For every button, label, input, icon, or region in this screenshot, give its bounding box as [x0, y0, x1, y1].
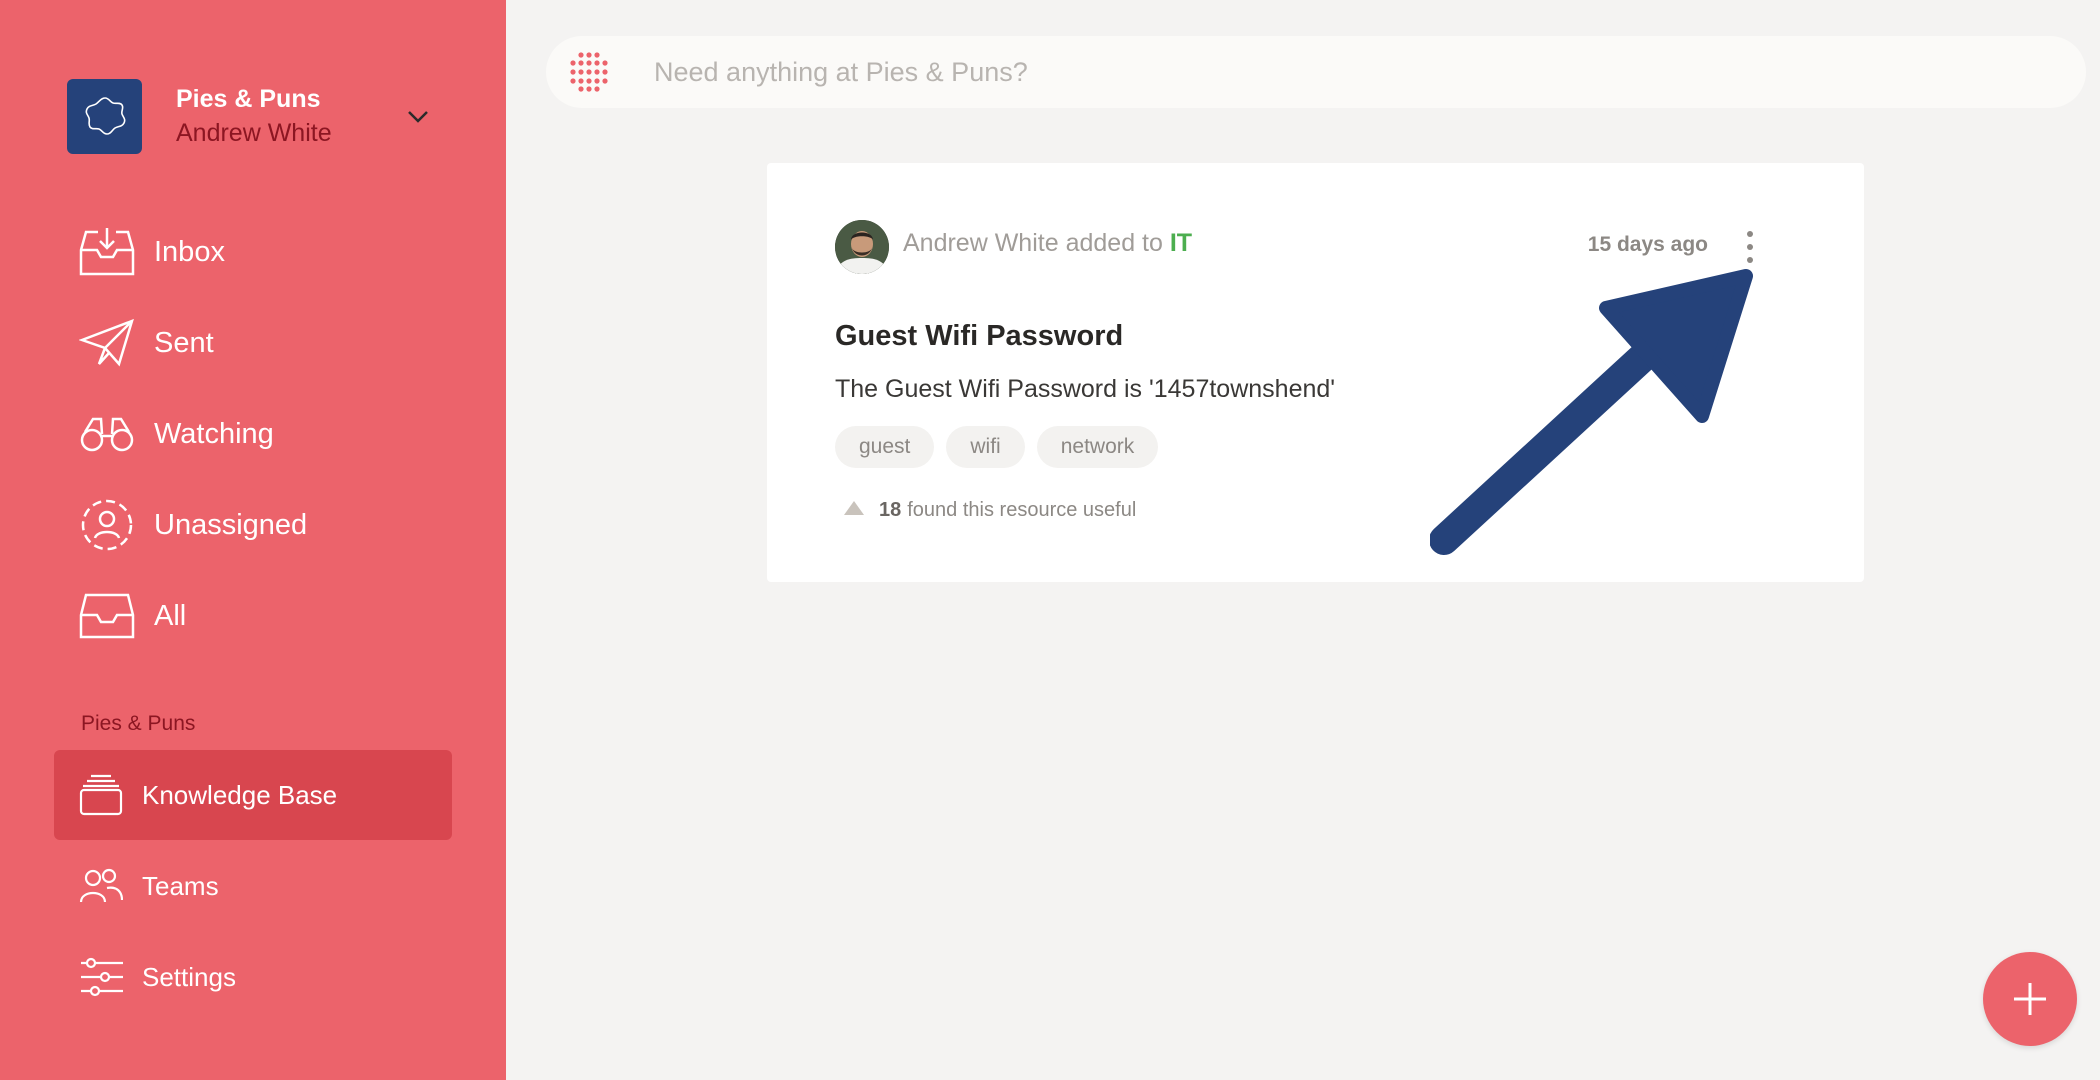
sidebar: Pies & Puns Andrew White Inbox Sent Watc [0, 0, 506, 1080]
plus-icon [2014, 983, 2046, 1015]
nav-label: Inbox [154, 235, 225, 268]
useful-text: found this resource useful [907, 499, 1137, 521]
nav-label: Sent [154, 326, 214, 359]
sidebar-item-label: Knowledge Base [142, 779, 338, 810]
workspace-logo [67, 78, 142, 154]
chevron-down-icon[interactable] [403, 102, 433, 132]
workspace-name: Pies & Puns [176, 85, 321, 113]
paper-plane-icon [78, 314, 136, 372]
binoculars-icon [78, 405, 136, 463]
flower-logo-icon [85, 97, 125, 135]
nav-item-all[interactable]: All [78, 584, 448, 648]
inbox-icon [78, 223, 136, 281]
nav-label: Watching [154, 417, 274, 450]
sidebar-item-label: Settings [142, 961, 236, 992]
team-link[interactable]: IT [1170, 229, 1192, 257]
upvote-icon[interactable] [843, 499, 865, 522]
meta-action: added to [1065, 229, 1163, 257]
nav-label: All [154, 599, 187, 632]
nav-item-inbox[interactable]: Inbox [78, 220, 448, 284]
search-input[interactable] [654, 56, 1954, 88]
tray-icon [78, 587, 136, 645]
sidebar-item-label: Teams [142, 870, 219, 901]
dots-logo-icon [560, 43, 618, 101]
useful-row: 18 found this resource useful [843, 499, 1136, 522]
nav-item-sent[interactable]: Sent [78, 311, 448, 375]
section-title: Pies & Puns [81, 712, 196, 735]
nav-label: Unassigned [154, 508, 308, 541]
sidebar-item-teams[interactable]: Teams [54, 841, 452, 931]
arrow-annotation-icon [1430, 269, 1753, 555]
card-body: The Guest Wifi Password is '1457townshen… [835, 375, 1336, 403]
timestamp: 15 days ago [1587, 233, 1708, 256]
search-bar[interactable] [546, 36, 2086, 108]
workspace-switcher[interactable]: Pies & Puns Andrew White [67, 78, 517, 154]
tag[interactable]: wifi [946, 426, 1025, 468]
tag-list: guest wifi network [835, 426, 1159, 468]
nav-item-unassigned[interactable]: Unassigned [78, 493, 448, 557]
unassigned-user-icon [78, 496, 136, 554]
sidebar-item-knowledge-base[interactable]: Knowledge Base [54, 750, 452, 840]
author-name[interactable]: Andrew White [903, 229, 1059, 257]
avatar[interactable] [835, 220, 889, 274]
tag[interactable]: network [1036, 426, 1159, 468]
more-options-icon[interactable] [1740, 229, 1760, 265]
workspace-user: Andrew White [176, 119, 332, 147]
nav-item-watching[interactable]: Watching [78, 402, 448, 466]
sidebar-item-settings[interactable]: Settings [54, 932, 452, 1022]
stack-icon [78, 772, 124, 818]
add-button[interactable] [1983, 952, 2077, 1046]
useful-count: 18 [879, 499, 902, 521]
tag[interactable]: guest [835, 426, 935, 468]
card-meta: Andrew White added to IT [903, 229, 1192, 258]
people-icon [78, 863, 124, 909]
card-title[interactable]: Guest Wifi Password [835, 320, 1123, 353]
sliders-icon [78, 954, 124, 1000]
